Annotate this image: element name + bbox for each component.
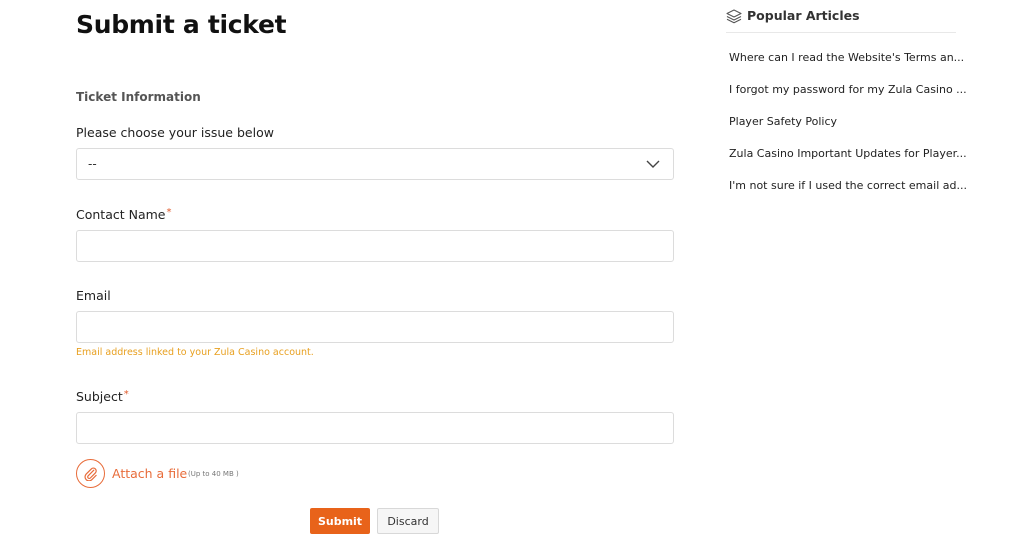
attach-file-link[interactable]: Attach a file [112,466,187,481]
issue-select[interactable]: -- [76,148,674,180]
subject-label-text: Subject [76,389,123,404]
layers-icon [726,9,742,24]
issue-select-value: -- [88,157,97,171]
article-link[interactable]: I'm not sure if I used the correct email… [729,179,967,192]
chevron-down-icon [646,160,660,168]
contact-name-label-text: Contact Name [76,207,166,222]
popular-articles-title: Popular Articles [747,8,860,23]
paperclip-icon [84,467,97,481]
email-hint: Email address linked to your Zula Casino… [76,347,314,358]
page-title: Submit a ticket [76,10,287,39]
required-mark: * [166,207,172,218]
article-link[interactable]: Zula Casino Important Updates for Player… [729,147,967,160]
submit-button[interactable]: Submit [310,508,370,534]
required-mark: * [123,389,129,400]
article-link[interactable]: Player Safety Policy [729,115,837,128]
contact-name-input[interactable] [76,230,674,262]
subject-input[interactable] [76,412,674,444]
email-input[interactable] [76,311,674,343]
email-label: Email [76,288,111,303]
article-link[interactable]: Where can I read the Website's Terms an.… [729,51,964,64]
issue-label: Please choose your issue below [76,125,274,140]
attach-file-button[interactable] [76,459,105,488]
popular-articles-header: Popular Articles [726,6,956,33]
attach-limit-text: (Up to 40 MB ) [188,470,239,478]
article-link[interactable]: I forgot my password for my Zula Casino … [729,83,967,96]
discard-button[interactable]: Discard [377,508,439,534]
section-title: Ticket Information [76,90,201,104]
contact-name-label: Contact Name* [76,207,171,222]
subject-label: Subject* [76,389,129,404]
